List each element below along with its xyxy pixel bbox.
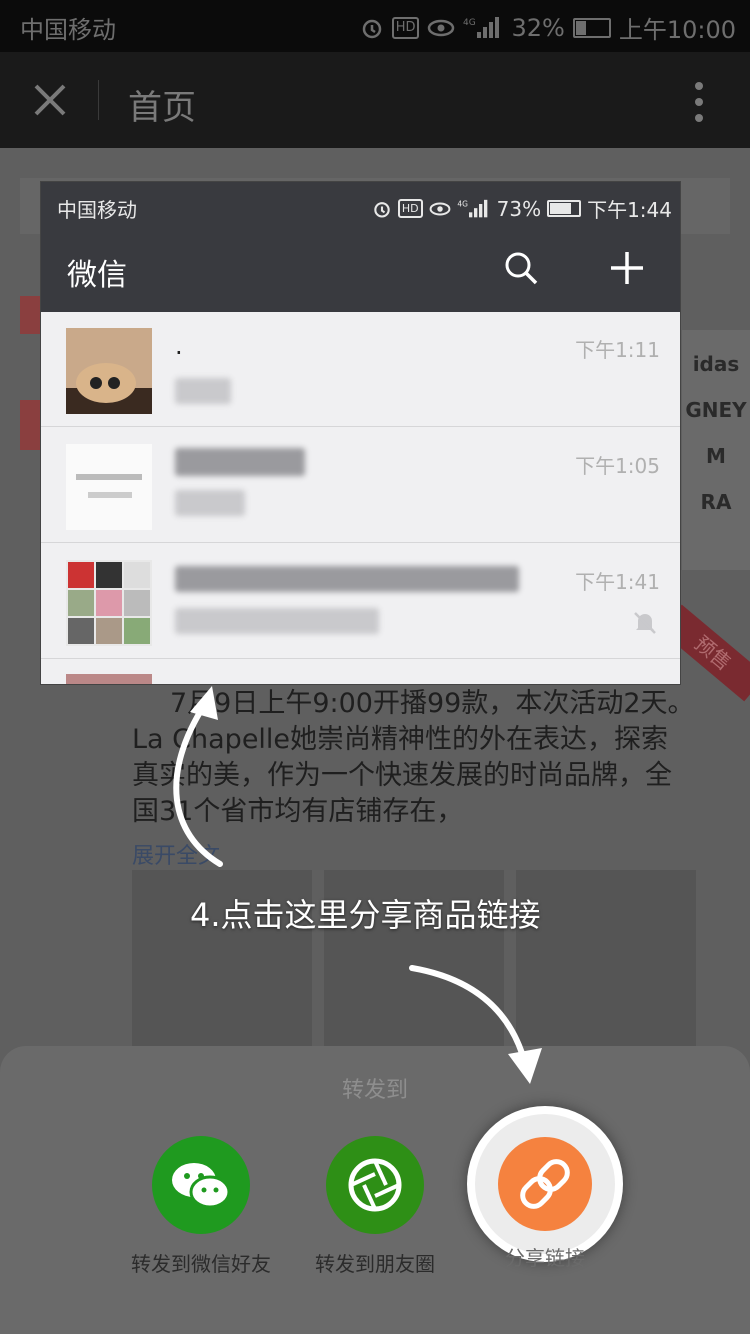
chat-time: 下午1:11 <box>575 338 660 362</box>
carrier-label: 中国移动 <box>20 16 116 44</box>
brand-logo: RA <box>700 490 732 514</box>
chat-time: 下午1:41 <box>575 570 660 594</box>
brand-logo: M <box>706 444 726 468</box>
share-label: 转发到微信好友 <box>131 1252 271 1276</box>
blurred-chat-name <box>175 448 305 476</box>
page-title: 首页 <box>128 88 196 128</box>
clock-time: 上午10:00 <box>618 16 736 44</box>
wechat-nav-bar: 微信 <box>41 228 680 312</box>
inner-status-bar: 中国移动 HD 4G 73% 下午1:44 <box>41 182 680 228</box>
chat-list-item[interactable]: . 下午1:11 <box>41 312 680 427</box>
blurred-message <box>175 490 245 516</box>
hd-icon: HD <box>391 16 420 39</box>
battery-percent: 32% <box>511 13 565 42</box>
wechat-title: 微信 <box>67 258 127 293</box>
battery-icon <box>547 200 582 217</box>
nav-bar: 首页 <box>0 52 750 148</box>
battery-percent: 73% <box>496 196 542 221</box>
signal-icon: 4G <box>463 16 500 38</box>
chat-list-item[interactable]: 下午1:05 <box>41 428 680 543</box>
avatar <box>66 444 152 530</box>
search-icon[interactable] <box>503 250 539 286</box>
wechat-icon <box>152 1136 250 1234</box>
curved-arrow-up-icon <box>173 686 223 867</box>
nav-divider <box>98 80 99 120</box>
blurred-chat-name <box>175 566 519 592</box>
share-sheet-title: 转发到 <box>341 1078 408 1103</box>
hd-icon: HD <box>397 199 423 218</box>
chat-list-item[interactable]: 下午1:41 <box>41 544 680 659</box>
avatar <box>66 560 152 646</box>
category-tag <box>20 296 42 334</box>
curved-arrow-down-icon <box>409 965 542 1084</box>
chat-time: 下午1:05 <box>575 454 660 478</box>
blurred-message <box>175 608 379 634</box>
chat-list-item[interactable] <box>41 660 680 684</box>
moments-icon <box>326 1136 424 1234</box>
close-icon[interactable] <box>30 80 70 120</box>
share-to-moments-button[interactable]: 转发到朋友圈 <box>275 1136 475 1277</box>
battery-icon <box>572 17 611 38</box>
eye-icon <box>428 19 455 36</box>
eye-icon <box>429 202 451 215</box>
signal-icon: 4G <box>457 199 487 217</box>
link-icon <box>498 1137 592 1231</box>
blurred-message <box>175 378 231 404</box>
category-tag-2 <box>20 400 42 450</box>
share-label: 转发到朋友圈 <box>315 1252 435 1276</box>
status-icons: HD 4G 32% 上午10:00 <box>360 10 736 45</box>
clock-time: 下午1:44 <box>587 198 672 222</box>
inner-status-icons: HD 4G 73% 下午1:44 <box>372 194 672 223</box>
avatar <box>66 674 152 684</box>
inner-carrier-label: 中国移动 <box>57 198 137 222</box>
svg-text:4G: 4G <box>463 18 476 28</box>
description-line: 7月9日上午9:00开播99款，本次活动2天。 <box>170 688 695 719</box>
status-bar: 中国移动 HD 4G 32% 上午10:00 <box>0 0 750 52</box>
brand-logos: idas GNEY M RA <box>682 330 750 570</box>
alarm-icon <box>362 19 381 38</box>
alarm-icon <box>374 201 390 218</box>
plus-icon[interactable] <box>609 250 645 286</box>
mute-bell-icon <box>634 612 656 634</box>
chat-name: . <box>175 332 183 360</box>
more-menu-icon[interactable] <box>694 82 704 122</box>
embedded-wechat-screenshot: 中国移动 HD 4G 73% 下午1:44 微信 . 下午1:11 下午1:05… <box>41 182 680 684</box>
brand-logo: idas <box>692 352 740 376</box>
share-to-wechat-friend-button[interactable]: 转发到微信好友 <box>101 1136 301 1277</box>
svg-text:4G: 4G <box>457 199 468 208</box>
share-link-button[interactable]: 分享链接 <box>467 1106 623 1270</box>
brand-logo: GNEY <box>685 398 747 422</box>
instruction-text: 4.点击这里分享商品链接 <box>190 896 541 934</box>
avatar <box>66 328 152 414</box>
share-sheet: 转发到 转发到微信好友 转发到朋友圈 <box>0 1046 750 1334</box>
share-label: 分享链接 <box>505 1246 585 1270</box>
